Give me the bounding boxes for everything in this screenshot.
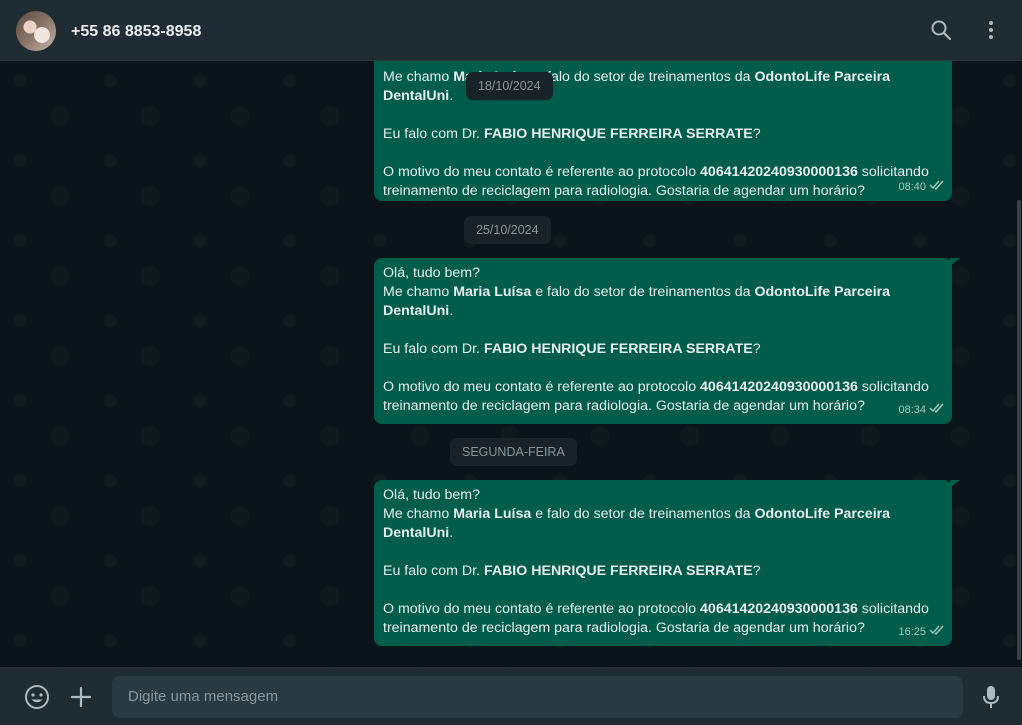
bubble-tail <box>950 480 960 488</box>
message-meta: 16:25 <box>898 623 945 642</box>
message-line: O motivo do meu contato é referente ao p… <box>383 601 929 636</box>
message-line: O motivo do meu contato é referente ao p… <box>383 379 929 414</box>
message-line: Me chamo Maria Luísa e falo do setor de … <box>383 506 891 541</box>
message-time: 08:40 <box>898 181 926 193</box>
message-list[interactable]: Me chamo Maria Luísa e falo do setor de … <box>0 61 1016 667</box>
message-line: O motivo do meu contato é referente ao p… <box>383 164 929 199</box>
date-separator: SEGUNDA-FEIRA <box>450 438 577 466</box>
menu-dots-icon[interactable] <box>979 18 1003 42</box>
avatar[interactable] <box>16 11 56 51</box>
chat-header: +55 86 8853-8958 <box>0 0 1022 61</box>
search-icon[interactable] <box>929 18 953 42</box>
message-bubble[interactable]: Olá, tudo bem? Me chamo Maria Luísa e fa… <box>374 480 960 646</box>
message-line: Eu falo com Dr. FABIO HENRIQUE FERREIRA … <box>383 341 761 357</box>
emoji-icon[interactable] <box>24 684 50 715</box>
message-line: Eu falo com Dr. FABIO HENRIQUE FERREIRA … <box>383 126 761 142</box>
message-meta: 08:40 <box>898 178 945 197</box>
message-line: Eu falo com Dr. FABIO HENRIQUE FERREIRA … <box>383 563 761 579</box>
date-separator: 25/10/2024 <box>464 216 551 244</box>
message-bubble[interactable]: Olá, tudo bem? Me chamo Maria Luísa e fa… <box>374 258 960 424</box>
double-check-icon <box>929 178 945 197</box>
message-line: Olá, tudo bem? <box>383 487 481 503</box>
double-check-icon <box>929 623 945 642</box>
message-time: 08:34 <box>898 404 926 416</box>
scrollbar-thumb[interactable] <box>1017 200 1021 660</box>
contact-name[interactable]: +55 86 8853-8958 <box>71 22 201 42</box>
message-line: Me chamo Maria Luísa e falo do setor de … <box>383 284 891 319</box>
mic-icon[interactable] <box>981 684 1001 715</box>
message-meta: 08:34 <box>898 401 945 420</box>
composer-bar: Digite uma mensagem <box>0 667 1022 725</box>
date-separator: 18/10/2024 <box>466 72 553 100</box>
bubble-tail <box>950 258 960 266</box>
double-check-icon <box>929 401 945 420</box>
message-bubble[interactable]: Me chamo Maria Luísa e falo do setor de … <box>374 61 952 201</box>
message-time: 16:25 <box>898 626 926 638</box>
plus-icon[interactable] <box>70 686 92 713</box>
message-input[interactable]: Digite uma mensagem <box>112 676 963 718</box>
message-line: Olá, tudo bem? <box>383 265 481 281</box>
